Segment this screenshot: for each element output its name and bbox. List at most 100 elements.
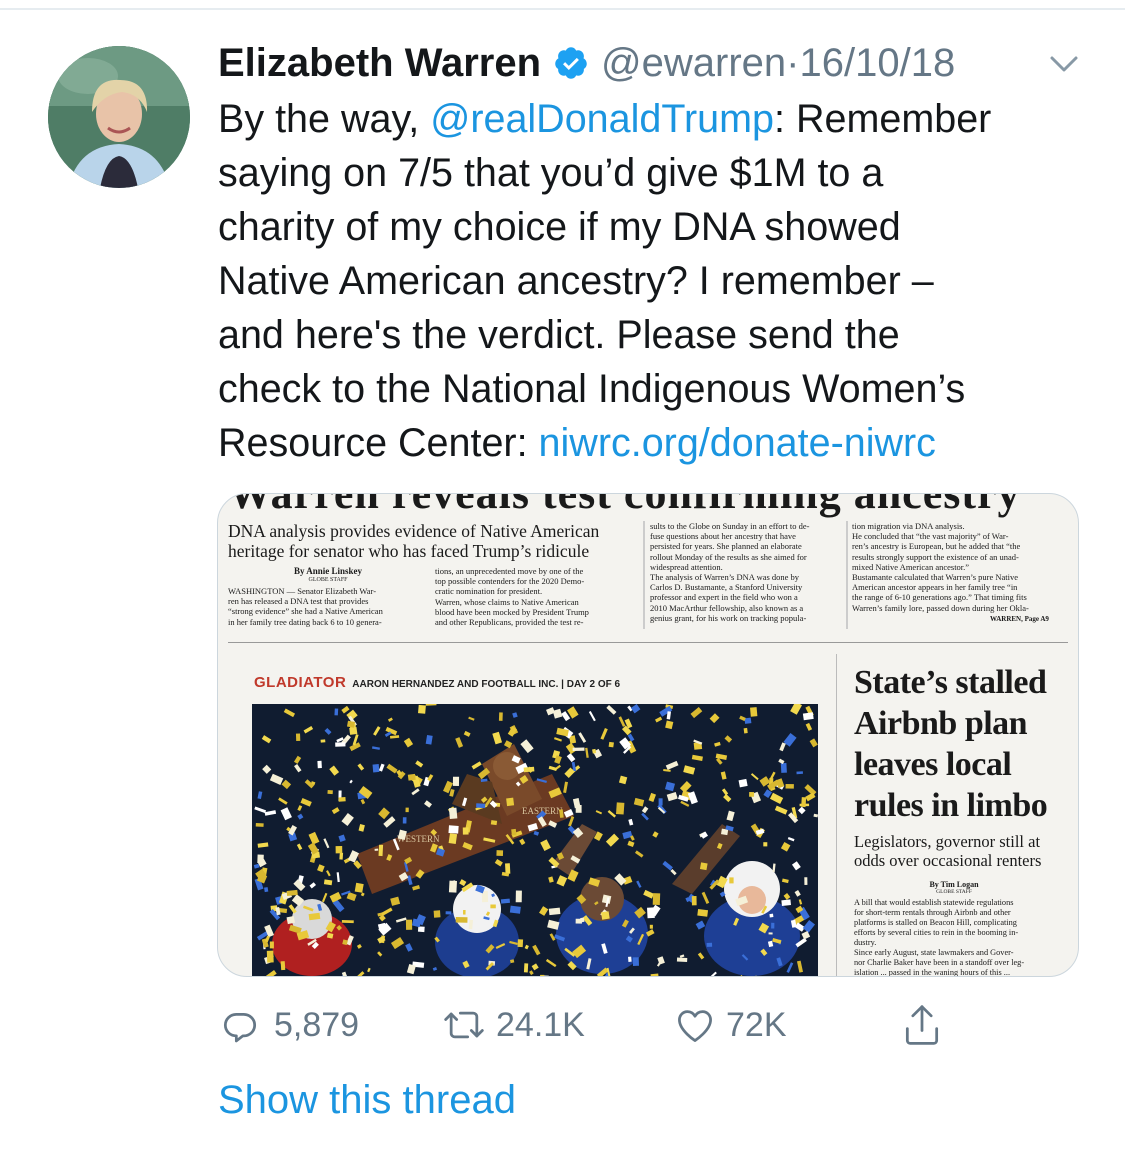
confetti-piece (341, 920, 354, 924)
article-line: results strongly support the existence o… (852, 551, 1019, 562)
confetti-piece (334, 708, 339, 716)
handle[interactable]: @ewarren (601, 41, 786, 86)
confetti-piece (608, 741, 614, 748)
confetti-piece (490, 904, 496, 909)
confetti-piece (575, 805, 582, 813)
confetti-piece (749, 792, 755, 797)
side-body-line: efforts by several cities to rein in the… (854, 928, 1019, 937)
side-body-line: Since early August, state lawmakers and … (854, 948, 1014, 957)
side-byline: By Tim Logan (929, 880, 979, 889)
date-separator: · (786, 40, 800, 85)
confetti-piece (768, 932, 773, 935)
jump-line: WARREN, Page A9 (990, 615, 1049, 623)
confetti-piece (500, 898, 511, 904)
confetti-piece (804, 877, 808, 885)
confetti-piece (372, 764, 380, 773)
reply-button[interactable]: 5,879 (218, 1000, 359, 1050)
side-story: State’s stalled Airbnb plan leaves local ru… (854, 662, 1074, 976)
article-line: Bustamante calculated that Warren’s pure… (852, 572, 1019, 583)
confetti-piece (378, 844, 384, 857)
confetti-piece (335, 846, 343, 854)
url-link[interactable]: niwrc.org/donate-niwrc (539, 421, 936, 465)
deck-line: heritage for senator who has faced Trump… (228, 541, 590, 561)
side-deck-line: odds over occasional renters (854, 851, 1042, 870)
tweet-date[interactable]: 16/10/18 (799, 41, 955, 86)
confetti-piece (616, 802, 625, 815)
confetti-piece (405, 807, 409, 813)
article-line: sults to the Globe on Sunday in an effor… (650, 521, 810, 531)
side-byline-staff: GLOBE STAFF (936, 889, 972, 895)
side-body-line: for short-term rentals through Airbnb an… (854, 908, 1011, 917)
side-body-line: platforms is stalled on Beacon Hill, com… (854, 918, 1017, 927)
gladiator-photo: WESTERN EASTERN (252, 704, 818, 976)
cutoff-headline: Warren reveals test confirming ancestry (228, 493, 1021, 518)
confetti-piece (448, 833, 458, 845)
retweet-count: 24.1K (496, 1005, 585, 1044)
article-column: tion migration via DNA analysis. He concl… (852, 521, 1072, 613)
confetti-piece (785, 784, 794, 789)
article-line: WASHINGTON — Senator Elizabeth War- (228, 586, 377, 596)
tweet-media-image[interactable]: Warren reveals test confirming ancestry … (217, 493, 1079, 977)
newspaper-clipping: Warren reveals test confirming ancestry … (218, 494, 1078, 976)
article-line: persisted for years. She planned an elab… (650, 541, 802, 552)
article-column: sults to the Globe on Sunday in an effor… (650, 521, 845, 623)
confetti-piece (699, 862, 708, 871)
confetti-piece (317, 760, 322, 769)
confetti-piece (628, 956, 632, 962)
verified-badge-icon (553, 45, 589, 81)
article-line: Carlos D. Bustamante, a Stanford Univers… (650, 582, 803, 593)
tweet-line: and here's the verdict. Please send the (218, 313, 900, 357)
confetti-piece (452, 776, 460, 786)
author-name[interactable]: Elizabeth Warren (218, 41, 541, 86)
tweet-line: Native American ancestry? I remember – (218, 259, 934, 303)
confetti-piece (509, 905, 521, 914)
tweet-text-segment: : Remember (774, 97, 992, 141)
confetti-piece (269, 941, 274, 949)
confetti-piece (781, 899, 791, 906)
confetti-piece (769, 913, 774, 918)
confetti-piece (802, 712, 814, 721)
like-icon (672, 1003, 718, 1047)
column-rule (836, 654, 837, 976)
tweet-line: charity of my choice if my DNA showed (218, 205, 901, 249)
tweet-line: Resource Center: niwrc.org/donate-niwrc (218, 416, 1088, 470)
confetti-piece (632, 957, 640, 967)
share-button[interactable] (900, 1000, 944, 1050)
article-line: widespread attention. (650, 561, 723, 572)
avatar[interactable] (48, 46, 190, 188)
confetti-piece (496, 850, 504, 856)
chevron-down-icon[interactable] (1046, 50, 1082, 78)
confetti-piece (280, 961, 286, 971)
confetti-piece (286, 916, 295, 925)
confetti-piece (580, 917, 585, 923)
side-headline: State’s stalled Airbnb plan leaves local ru… (854, 662, 1074, 826)
retweet-button[interactable]: 24.1K (440, 1000, 585, 1050)
confetti-piece (750, 707, 758, 717)
top-divider (0, 8, 1125, 10)
confetti-piece (505, 863, 511, 874)
show-thread-link[interactable]: Show this thread (218, 1078, 516, 1123)
confetti-piece (572, 747, 585, 752)
side-body-line: A bill that would establish statewide re… (854, 898, 1014, 907)
side-headline-line: Airbnb plan (854, 705, 1028, 742)
section-rule (228, 642, 1068, 643)
gladiator-kicker: GLADIATOR (254, 674, 347, 691)
confetti-piece (523, 963, 529, 973)
confetti-piece (335, 742, 346, 747)
side-headline-line: leaves local (854, 746, 1012, 783)
confetti-piece (346, 720, 356, 728)
confetti-piece (445, 911, 452, 915)
confetti-piece (517, 939, 524, 948)
confetti-piece (455, 917, 468, 923)
mention-link[interactable]: @realDonaldTrump (430, 97, 774, 141)
article-line: rollout Monday of the results as she aim… (650, 551, 807, 562)
like-button[interactable]: 72K (672, 1000, 787, 1050)
tweet-header: Elizabeth Warren @ewarren · 16/10/18 (218, 38, 955, 88)
confetti-piece (801, 797, 807, 808)
side-body-line: nor Charlie Baker have been in a standof… (854, 958, 1025, 967)
confetti-piece (418, 704, 426, 714)
confetti-piece (476, 803, 486, 809)
article-line: 2010 MacArthur fellowship, also known as… (650, 602, 804, 613)
article-line: in her family tree dating back 6 to 10 g… (228, 616, 382, 627)
confetti-piece (511, 828, 517, 836)
